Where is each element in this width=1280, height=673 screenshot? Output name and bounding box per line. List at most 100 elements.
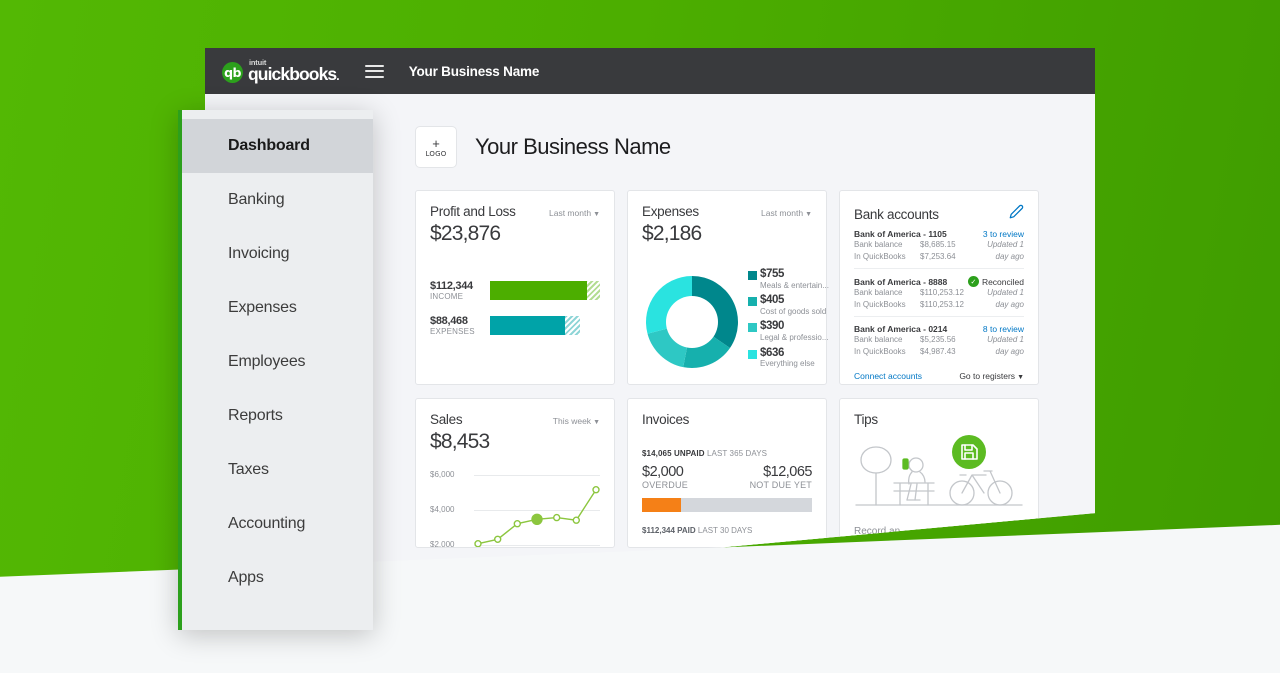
quickbooks-wordmark: intuit quickbooks.	[248, 57, 340, 84]
bank-row-header: Bank of America - 0214 8 to review	[854, 324, 1024, 334]
sales-data-point[interactable]	[592, 486, 600, 494]
in-quickbooks-label: In QuickBooks	[854, 346, 906, 356]
income-bar	[490, 281, 600, 300]
legend-item: $636 Everything else	[748, 347, 829, 369]
updated-line-1: Updated 1	[987, 240, 1024, 249]
go-to-registers-dropdown[interactable]: Go to registers ▼	[959, 371, 1024, 381]
income-value: $112,344	[430, 280, 473, 292]
updated-line-2: day ago	[995, 299, 1024, 309]
sidebar-item-apps[interactable]: Apps	[178, 551, 373, 605]
profit-amount: $23,876	[430, 222, 501, 245]
qb-circle-icon: qb	[222, 62, 243, 84]
card-header: Profit and Loss Last month ▼	[430, 204, 600, 219]
bank-balance-value: $5,235.56	[920, 335, 956, 345]
pencil-icon[interactable]	[1009, 204, 1024, 222]
chevron-down-icon: ▼	[593, 419, 600, 426]
bank-balance-row: Bank balance $8,685.15 Updated 1	[854, 239, 1024, 251]
legend-value: $636	[760, 346, 784, 359]
updated-line-1: Updated 1	[987, 288, 1024, 298]
screenshot-stage: qb intuit quickbooks. Your Business Name…	[0, 0, 1280, 673]
sales-line-svg	[474, 486, 600, 547]
sales-data-point[interactable]	[531, 513, 543, 525]
save-document-badge-svg	[952, 435, 986, 469]
to-review-link[interactable]: 3 to review	[983, 229, 1024, 239]
bank-account-name: Bank of America - 0214	[854, 324, 948, 335]
topbar-business-name: Your Business Name	[408, 63, 540, 79]
pnl-row-expenses: $88,468 EXPENSES	[430, 315, 600, 336]
sidebar-item-label: Accounting	[228, 515, 306, 532]
card-header: Expenses Last month ▼	[642, 204, 812, 219]
tips-illustration	[854, 435, 1024, 520]
overdue-block: $2,000 OVERDUE	[642, 464, 688, 490]
card-title: Invoices	[642, 412, 690, 427]
bank-accounts-card: Bank accounts Bank of America - 1105 3 to…	[839, 190, 1039, 385]
sidebar-navigation: Dashboard Banking Invoicing Expenses Employe…	[178, 110, 373, 630]
unpaid-amount: $14,065 UNPAID	[642, 449, 705, 458]
dashboard-card-grid: Profit and Loss Last month ▼ $23,876 $112…	[415, 190, 1095, 548]
date-range-dropdown[interactable]: This week ▼	[553, 416, 600, 426]
sales-data-point[interactable]	[552, 513, 561, 522]
bank-balance-label: Bank balance	[854, 335, 903, 345]
sidebar-item-dashboard[interactable]: Dashboard	[178, 119, 373, 173]
not-due-block: $12,065 NOT DUE YET	[750, 464, 813, 490]
legend-label: Everything else	[760, 359, 815, 369]
save-document-icon[interactable]	[952, 435, 986, 474]
chevron-down-icon: ▼	[805, 211, 812, 218]
pnl-row-income: $112,344 INCOME	[430, 280, 600, 301]
legend-value: $405	[760, 294, 784, 307]
bank-account-row[interactable]: Bank of America - 0214 8 to review Bank ba…	[854, 317, 1024, 363]
bank-balance-row: Bank balance $5,235.56 Updated 1	[854, 334, 1024, 346]
date-range-dropdown[interactable]: Last month ▼	[761, 208, 812, 218]
profit-and-loss-card: Profit and Loss Last month ▼ $23,876 $112…	[415, 190, 615, 385]
sales-data-point[interactable]	[493, 535, 502, 544]
invoices-card: Invoices $14,065 UNPAID LAST 365 DAYS $2…	[627, 398, 827, 548]
hamburger-menu-icon[interactable]	[364, 64, 384, 78]
paid-amount: $112,344 PAID	[642, 526, 696, 535]
expenses-value: $88,468	[430, 315, 468, 327]
add-logo-button[interactable]: + LOGO	[415, 126, 457, 168]
sidebar-item-employees[interactable]: Employees	[178, 335, 373, 389]
card-header: Invoices	[642, 412, 812, 427]
top-navigation-bar: qb intuit quickbooks. Your Business Name	[205, 48, 1095, 94]
sidebar-item-expenses[interactable]: Expenses	[178, 281, 373, 335]
paid-summary: $112,344 PAID LAST 30 DAYS	[642, 526, 812, 535]
bank-account-row[interactable]: Bank of America - 1105 3 to review Bank ba…	[854, 222, 1024, 270]
sales-data-point[interactable]	[572, 516, 581, 524]
to-review-link[interactable]: 8 to review	[983, 324, 1024, 334]
sidebar-item-reports[interactable]: Reports	[178, 389, 373, 443]
expenses-bar-hatched	[564, 316, 581, 335]
sales-data-point[interactable]	[474, 539, 482, 547]
sidebar-item-taxes[interactable]: Taxes	[178, 443, 373, 497]
legend-swatch	[748, 271, 757, 280]
quickbooks-logo[interactable]: qb intuit quickbooks.	[222, 57, 340, 84]
income-label: INCOME	[430, 292, 464, 301]
sidebar-item-accounting[interactable]: Accounting	[178, 497, 373, 551]
in-quickbooks-label: In QuickBooks	[854, 251, 906, 261]
legend-swatch	[748, 349, 757, 359]
bank-card-footer: Connect accounts Go to registers ▼	[854, 371, 1024, 381]
sidebar-item-invoicing[interactable]: Invoicing	[178, 227, 373, 281]
invoice-amounts: $2,000 OVERDUE $12,065 NOT DUE YET	[642, 464, 813, 490]
not-due-amount: $12,065	[763, 464, 812, 480]
connect-accounts-link[interactable]: Connect accounts	[854, 371, 922, 381]
invoice-progress-bar	[642, 498, 812, 512]
in-quickbooks-row: In QuickBooks $7,253.64 day ago	[854, 251, 1024, 263]
bank-account-row[interactable]: Bank of America - 8888 ✓ Reconciled Bank ba…	[854, 269, 1024, 318]
donut-svg	[646, 276, 738, 368]
legend-swatch	[748, 323, 757, 333]
intuit-label: intuit	[249, 57, 267, 67]
sales-data-point[interactable]	[513, 520, 522, 528]
hamburger-line	[364, 64, 384, 67]
chevron-down-icon: ▼	[593, 211, 600, 218]
bank-balance-value: $110,253.12	[920, 288, 964, 298]
legend-value: $390	[760, 320, 784, 333]
bank-row-header: Bank of America - 8888 ✓ Reconciled	[854, 276, 1024, 288]
logo-placeholder-label: LOGO	[425, 149, 447, 158]
income-bar-hatched	[586, 281, 600, 300]
legend-label: Cost of goods sold	[760, 306, 827, 316]
sidebar-item-label: Banking	[228, 191, 285, 208]
date-range-dropdown[interactable]: Last month ▼	[549, 208, 600, 218]
bank-account-name: Bank of America - 1105	[854, 229, 947, 239]
sidebar-item-label: Apps	[228, 569, 264, 586]
sidebar-item-banking[interactable]: Banking	[178, 173, 373, 227]
